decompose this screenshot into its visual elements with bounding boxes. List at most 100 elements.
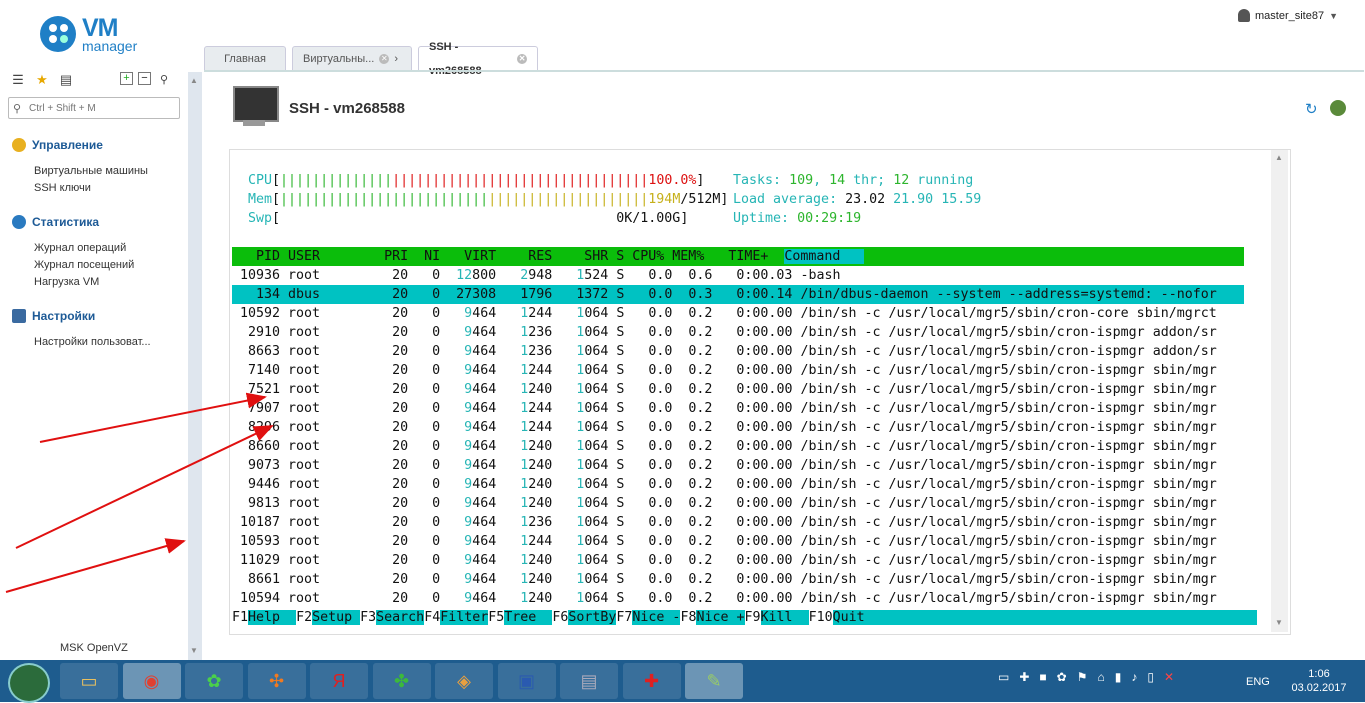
tab-ssh[interactable]: SSH - vm268588 ✕ — [418, 41, 538, 77]
language-indicator[interactable]: ENG — [1246, 676, 1270, 688]
logo-icon — [40, 16, 76, 52]
chevron-right-icon: › — [394, 53, 398, 65]
process-row[interactable]: 8663 root 20 0 9464 1236 1064 S 0.0 0.2 … — [232, 342, 1244, 361]
tab-virtual-machines[interactable]: Виртуальны... ✕ › — [292, 46, 412, 71]
process-row[interactable]: 9446 root 20 0 9464 1240 1064 S 0.0 0.2 … — [232, 475, 1244, 494]
usb-icon[interactable]: ⌂ — [1097, 670, 1104, 684]
process-row[interactable]: 10594 root 20 0 9464 1240 1064 S 0.0 0.2… — [232, 589, 1244, 608]
process-row[interactable]: 8296 root 20 0 9464 1244 1064 S 0.0 0.2 … — [232, 418, 1244, 437]
favorites-star-icon[interactable]: ★ — [34, 72, 50, 88]
tab-label: Главная — [224, 53, 266, 65]
uptime: Uptime: 00:29:19 — [733, 211, 862, 226]
folder-icon[interactable]: ▭ — [60, 663, 118, 699]
sidebar-search[interactable]: ⚲ — [8, 97, 180, 119]
process-row[interactable]: 10593 root 20 0 9464 1244 1064 S 0.0 0.2… — [232, 532, 1244, 551]
sidebar-item-user-settings[interactable]: Настройки пользоват... — [34, 334, 151, 351]
process-row[interactable]: 10592 root 20 0 9464 1244 1064 S 0.0 0.2… — [232, 304, 1244, 323]
fkey-label: Nice + — [696, 610, 745, 625]
search-input[interactable] — [27, 101, 171, 115]
process-row[interactable]: 9073 root 20 0 9464 1240 1064 S 0.0 0.2 … — [232, 456, 1244, 475]
sidebar-item-visits-log[interactable]: Журнал посещений — [34, 257, 134, 274]
sidebar-item-ssh-keys[interactable]: SSH ключи — [34, 180, 148, 197]
process-row[interactable]: 10187 root 20 0 9464 1236 1064 S 0.0 0.2… — [232, 513, 1244, 532]
fkey-key: F9 — [744, 610, 761, 625]
sidebar-toolbar: ☰ ★ ▤ — [10, 72, 74, 90]
chrome-icon[interactable]: ◉ — [122, 663, 181, 699]
close-icon[interactable]: ✕ — [379, 54, 390, 64]
sidebar-item-virtual-machines[interactable]: Виртуальные машины — [34, 163, 148, 180]
collapse-icon[interactable]: − — [138, 72, 151, 85]
mute-icon[interactable]: ✕ — [1164, 670, 1174, 684]
clover-icon[interactable]: ✣ — [247, 663, 306, 699]
section-title: Статистика — [32, 215, 100, 229]
list-icon[interactable]: ☰ — [10, 72, 26, 88]
tab-label: SSH - vm268588 — [429, 41, 482, 77]
fkey-label: Tree — [504, 610, 553, 625]
clipboard-icon[interactable]: ▤ — [58, 72, 74, 88]
monitor-icon[interactable]: ▤ — [560, 663, 618, 699]
sidebar-item-operations-log[interactable]: Журнал операций — [34, 240, 134, 257]
square-icon[interactable]: ■ — [1039, 670, 1046, 684]
terminal-scrollbar[interactable]: ▲ ▼ — [1271, 150, 1288, 632]
arrow-up-icon[interactable]: ▲ — [1275, 153, 1283, 162]
speaker-icon[interactable]: ♪ — [1131, 670, 1137, 684]
section-settings: Настройки Настройки пользоват... — [12, 309, 151, 351]
network-icon[interactable] — [1330, 100, 1346, 116]
add-icon[interactable]: ✚ — [1019, 670, 1029, 684]
leaf-icon[interactable]: ✤ — [372, 663, 431, 699]
refresh-icon[interactable]: ↻ — [1305, 100, 1318, 118]
section-header[interactable]: Настройки — [12, 309, 151, 323]
arrow-down-icon[interactable]: ▼ — [190, 646, 198, 655]
notepad-icon[interactable]: ✎ — [685, 663, 743, 699]
clock-time: 1:06 — [1308, 668, 1330, 680]
pin-icon[interactable]: ⚲ — [156, 72, 172, 88]
vmmanager-logo[interactable]: VM manager — [38, 14, 158, 58]
clock[interactable]: 1:06 03.02.2017 — [1290, 667, 1348, 695]
ssh-terminal[interactable]: CPU[||||||||||||||||||||||||||||||||||||… — [229, 149, 1291, 635]
column-headers: PID USER PRI NI VIRT RES SHR S CPU% MEM%… — [232, 249, 785, 264]
pin-tray-icon[interactable]: ⚑ — [1077, 670, 1088, 684]
close-icon[interactable]: ✕ — [517, 54, 527, 64]
sidebar-item-vm-load[interactable]: Нагрузка VM — [34, 274, 134, 291]
eye-icon[interactable]: ◈ — [435, 663, 493, 699]
taskbar: ▭ ◉ ✿ ✣ Я ✤ ◈ ▣ ▤ ✚ ✎ ▭ ✚ ■ ✿ ⚑ ⌂ ▮ ♪ ▯ ✕ ENG 1:06… — [0, 660, 1365, 703]
process-row[interactable]: 7140 root 20 0 9464 1244 1064 S 0.0 0.2 … — [232, 361, 1244, 380]
process-table-header[interactable]: PID USER PRI NI VIRT RES SHR S CPU% MEM%… — [232, 247, 1244, 266]
process-row[interactable]: 7521 root 20 0 9464 1240 1064 S 0.0 0.2 … — [232, 380, 1244, 399]
expand-icon[interactable]: + — [120, 72, 133, 85]
process-row[interactable]: 11029 root 20 0 9464 1240 1064 S 0.0 0.2… — [232, 551, 1244, 570]
fkey-label: Quit — [832, 610, 1257, 625]
process-row[interactable]: 7907 root 20 0 9464 1244 1064 S 0.0 0.2 … — [232, 399, 1244, 418]
floppy-icon[interactable]: ▣ — [497, 663, 556, 699]
aid-icon[interactable]: ✚ — [622, 663, 681, 699]
clover-tray-icon[interactable]: ✿ — [1057, 670, 1067, 684]
fkey-label: Nice - — [632, 610, 681, 625]
search-icon: ⚲ — [13, 102, 22, 115]
process-row[interactable]: 2910 root 20 0 9464 1236 1064 S 0.0 0.2 … — [232, 323, 1244, 342]
arrow-down-icon[interactable]: ▼ — [1275, 618, 1283, 627]
flag-icon[interactable]: ▭ — [998, 670, 1009, 684]
icq-icon[interactable]: ✿ — [185, 663, 243, 699]
user-menu[interactable]: master_site87 ▼ — [1238, 9, 1338, 22]
cpu-meter: CPU[||||||||||||||||||||||||||||||||||||… — [248, 173, 705, 188]
process-row[interactable]: 134 dbus 20 0 27308 1796 1372 S 0.0 0.3 … — [232, 285, 1244, 304]
process-row[interactable]: 8660 root 20 0 9464 1240 1064 S 0.0 0.2 … — [232, 437, 1244, 456]
section-header[interactable]: Статистика — [12, 215, 134, 229]
yandex-icon[interactable]: Я — [310, 663, 368, 699]
process-row[interactable]: 9813 root 20 0 9464 1240 1064 S 0.0 0.2 … — [232, 494, 1244, 513]
section-statistics: Статистика Журнал операций Журнал посеще… — [12, 215, 134, 291]
sidebar-splitter[interactable]: ▲ ▼ — [188, 72, 202, 660]
process-row[interactable]: 8661 root 20 0 9464 1240 1064 S 0.0 0.2 … — [232, 570, 1244, 589]
column-header-command: Command — [784, 249, 865, 264]
process-row[interactable]: 10936 root 20 0 12800 2948 1524 S 0.0 0.… — [232, 266, 1244, 285]
section-header[interactable]: Управление — [12, 138, 148, 152]
system-tray: ▭ ✚ ■ ✿ ⚑ ⌂ ▮ ♪ ▯ ✕ — [998, 670, 1174, 684]
tab-bar: Главная Виртуальны... ✕ › SSH - vm268588… — [204, 41, 538, 77]
start-button[interactable] — [8, 663, 50, 703]
logo-text-manager: manager — [82, 38, 138, 54]
battery-icon[interactable]: ▯ — [1147, 670, 1154, 684]
tab-underline — [204, 70, 1364, 72]
signal-icon[interactable]: ▮ — [1115, 670, 1122, 684]
arrow-up-icon[interactable]: ▲ — [190, 76, 198, 85]
tab-home[interactable]: Главная — [204, 46, 286, 71]
